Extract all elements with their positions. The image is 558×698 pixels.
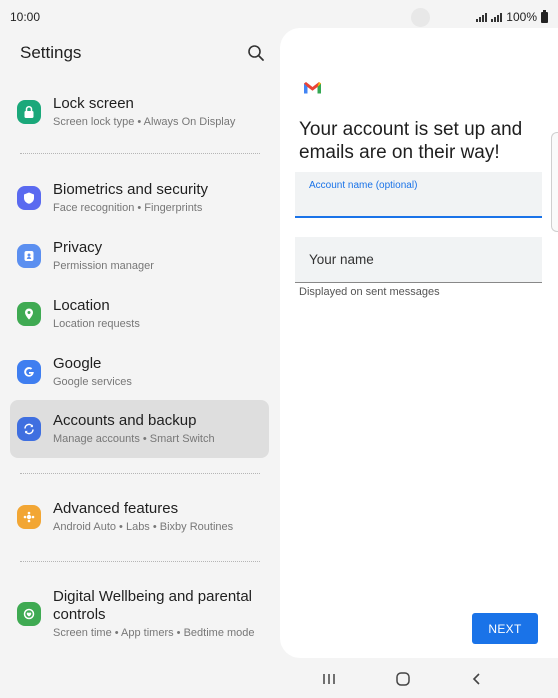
- item-text: Google Google services: [53, 355, 132, 389]
- settings-item-biometrics[interactable]: Biometrics and security Face recognition…: [10, 172, 269, 224]
- settings-item-digital-wellbeing[interactable]: Digital Wellbeing and parental controls …: [10, 586, 269, 642]
- battery-icon: [541, 9, 548, 23]
- item-subtitle: Permission manager: [53, 260, 154, 272]
- item-text: Advanced features Android Auto • Labs • …: [53, 500, 233, 534]
- item-title: Location: [53, 297, 110, 314]
- item-title: Google: [53, 355, 102, 372]
- divider: [20, 561, 260, 562]
- setup-heading: Your account is set up and emails are on…: [299, 119, 523, 163]
- settings-item-location[interactable]: Location Location requests: [10, 288, 269, 340]
- divider: [20, 473, 260, 474]
- gmail-setup-panel: Your account is set up and emails are on…: [280, 28, 558, 658]
- helper-text: Displayed on sent messages: [299, 286, 440, 298]
- lock-icon: [17, 100, 41, 124]
- search-icon[interactable]: [247, 44, 265, 62]
- item-subtitle: Google services: [53, 376, 132, 388]
- item-subtitle: Android Auto • Labs • Bixby Routines: [53, 521, 234, 533]
- settings-item-advanced-features[interactable]: Advanced features Android Auto • Labs • …: [10, 491, 269, 543]
- location-pin-icon: [17, 302, 41, 326]
- divider: [20, 153, 260, 154]
- item-title: Digital Wellbeing and parental controls: [53, 588, 253, 623]
- shield-icon: [17, 186, 41, 210]
- item-title: Biometrics and security: [53, 181, 209, 198]
- item-text: Accounts and backup Manage accounts • Sm…: [53, 412, 215, 446]
- battery-percent: 100%: [506, 10, 537, 24]
- edge-panel-handle[interactable]: [551, 132, 558, 232]
- sync-icon: [17, 417, 41, 441]
- your-name-placeholder: Your name: [309, 252, 374, 267]
- item-subtitle: Screen time • App timers • Bedtime mode: [53, 627, 255, 639]
- item-subtitle: Screen lock type • Always On Display: [53, 116, 236, 128]
- item-title: Lock screen: [53, 95, 134, 112]
- item-subtitle: Manage accounts • Smart Switch: [53, 433, 215, 445]
- item-text: Biometrics and security Face recognition…: [53, 181, 208, 215]
- settings-item-privacy[interactable]: Privacy Permission manager: [10, 230, 269, 282]
- camera-cutout: [411, 8, 430, 27]
- clock: 10:00: [10, 10, 41, 24]
- settings-header: Settings: [20, 42, 265, 64]
- navigation-bar: [0, 660, 558, 698]
- home-icon[interactable]: [392, 668, 414, 690]
- recent-apps-icon[interactable]: [318, 668, 340, 690]
- item-text: Privacy Permission manager: [53, 239, 154, 273]
- item-title: Advanced features: [53, 500, 179, 517]
- item-title: Privacy: [53, 239, 103, 256]
- settings-item-google[interactable]: Google Google services: [10, 346, 269, 398]
- next-button[interactable]: NEXT: [472, 613, 538, 644]
- privacy-icon: [17, 244, 41, 268]
- account-name-label: Account name (optional): [309, 180, 418, 191]
- settings-item-lock-screen[interactable]: Lock screen Screen lock type • Always On…: [10, 86, 269, 138]
- puzzle-icon: [17, 505, 41, 529]
- item-text: Digital Wellbeing and parental controls …: [53, 588, 258, 640]
- item-subtitle: Location requests: [53, 318, 140, 330]
- signal-icon: [476, 12, 488, 22]
- item-text: Location Location requests: [53, 297, 140, 331]
- google-icon: [17, 360, 41, 384]
- wellbeing-icon: [17, 602, 41, 626]
- signal-icon: [491, 12, 503, 22]
- page-title: Settings: [20, 43, 82, 62]
- back-icon[interactable]: [466, 668, 488, 690]
- account-name-field[interactable]: Account name (optional): [295, 172, 542, 218]
- item-subtitle: Face recognition • Fingerprints: [53, 202, 203, 214]
- item-title: Accounts and backup: [53, 412, 197, 429]
- status-icons: 100%: [476, 9, 548, 24]
- settings-item-accounts-backup[interactable]: Accounts and backup Manage accounts • Sm…: [10, 400, 269, 458]
- gmail-icon: [303, 81, 322, 95]
- item-text: Lock screen Screen lock type • Always On…: [53, 95, 235, 129]
- your-name-field[interactable]: Your name: [295, 237, 542, 283]
